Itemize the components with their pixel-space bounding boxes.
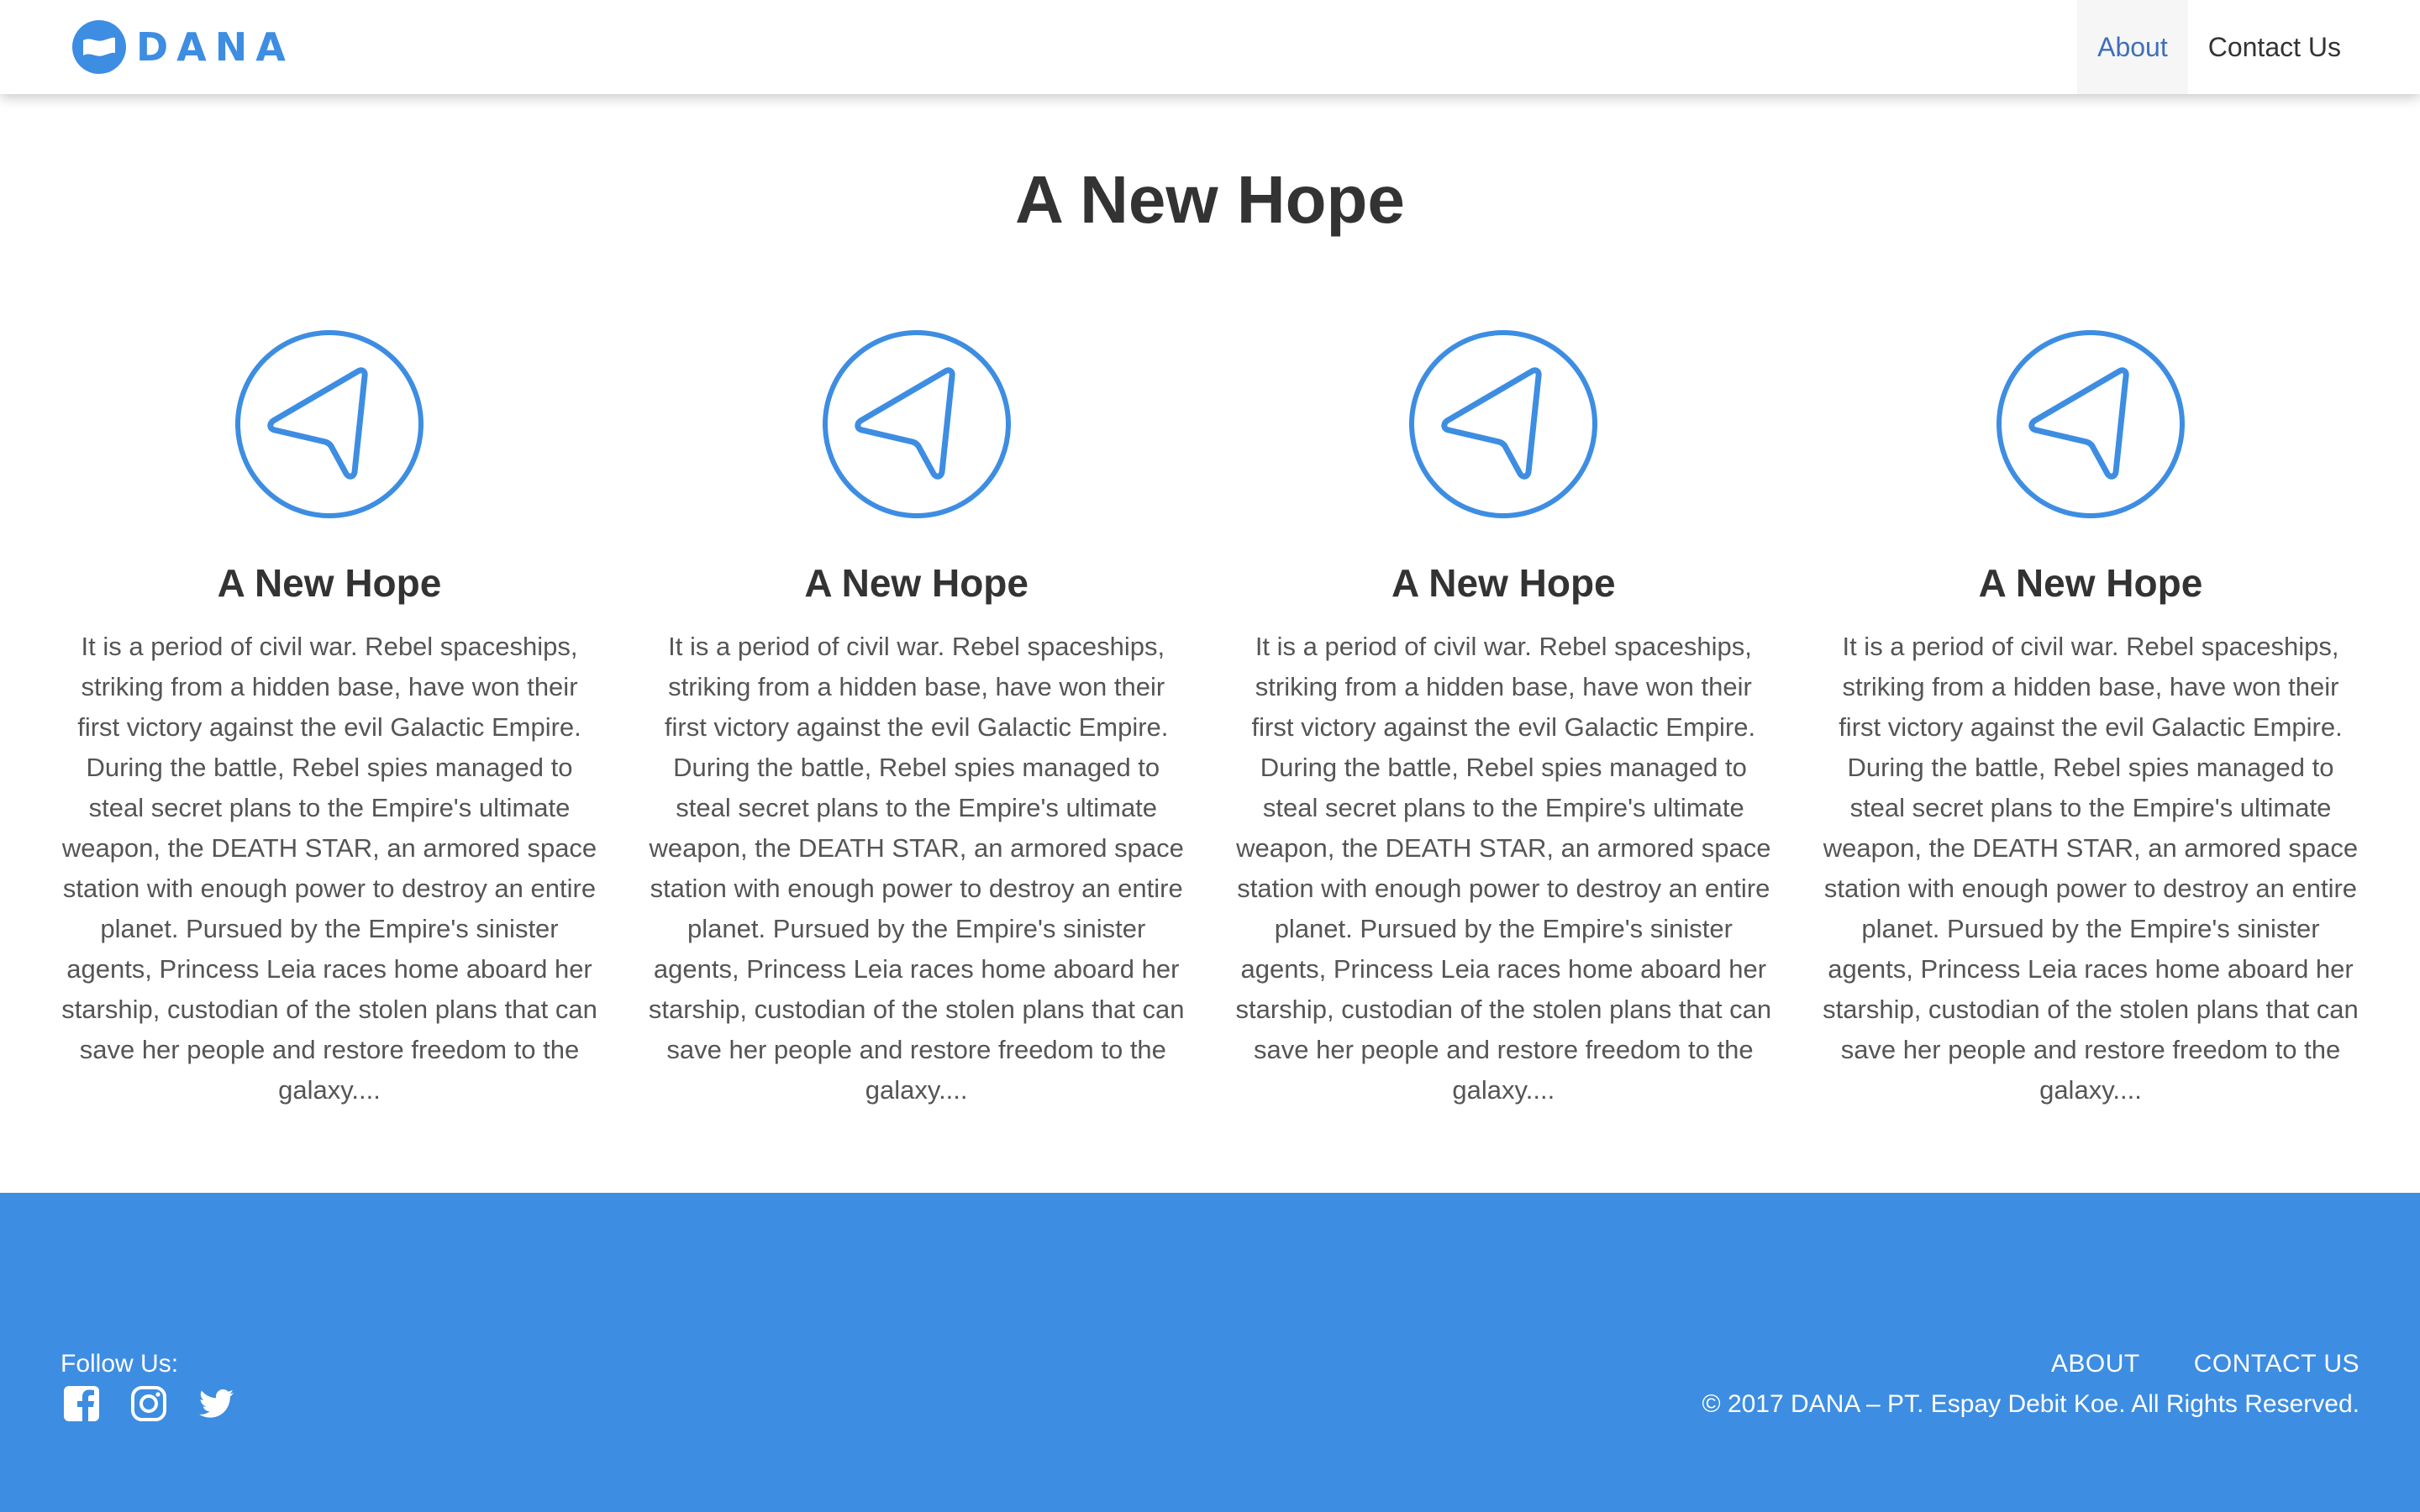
- dana-logo[interactable]: DANA: [72, 18, 294, 76]
- feature-text: It is a period of civil war. Rebel space…: [1235, 632, 1772, 1105]
- feature-card: A New Hope It is a period of civil war. …: [1226, 329, 1781, 1127]
- site-footer: Follow Us: ABOUT CONTACT US © 2017 DANA …: [0, 1193, 2420, 1512]
- feature-card: A New Hope It is a period of civil war. …: [52, 329, 607, 1127]
- footer-link-about[interactable]: ABOUT: [2051, 1347, 2140, 1381]
- main-nav: About Contact Us: [2077, 0, 2361, 94]
- feature-card: A New Hope It is a period of civil war. …: [639, 329, 1194, 1127]
- nav-about[interactable]: About: [2077, 0, 2188, 94]
- navigation-arrow-icon: [1409, 330, 1598, 518]
- navigation-arrow-icon: [822, 330, 1011, 518]
- facebook-icon[interactable]: [62, 1384, 101, 1423]
- footer-link-contact-us[interactable]: CONTACT US: [2194, 1347, 2360, 1381]
- features-section: A New Hope It is a period of civil war. …: [52, 329, 2368, 1127]
- dana-logo-icon: [72, 20, 126, 74]
- feature-text: It is a period of civil war. Rebel space…: [1823, 632, 2359, 1105]
- feature-title: A New Hope: [1978, 561, 2203, 605]
- navigation-arrow-icon: [1996, 330, 2185, 518]
- feature-text: It is a period of civil war. Rebel space…: [648, 632, 1185, 1105]
- instagram-icon[interactable]: [129, 1384, 168, 1423]
- feature-title: A New Hope: [217, 561, 442, 605]
- feature-title: A New Hope: [1391, 561, 1616, 605]
- site-header: DANA About Contact Us: [0, 0, 2420, 94]
- page-title: A New Hope: [1015, 162, 1405, 237]
- nav-contact-us[interactable]: Contact Us: [2188, 0, 2361, 94]
- twitter-icon[interactable]: [197, 1384, 235, 1423]
- feature-card: A New Hope It is a period of civil war. …: [1813, 329, 2368, 1127]
- feature-text: It is a period of civil war. Rebel space…: [61, 632, 597, 1105]
- social-links: [62, 1384, 264, 1423]
- footer-nav: ABOUT CONTACT US: [1997, 1347, 2360, 1381]
- follow-us-label: Follow Us:: [60, 1350, 179, 1378]
- brand-name: DANA: [136, 24, 294, 70]
- feature-title: A New Hope: [804, 561, 1028, 605]
- copyright-text: © 2017 DANA – PT. Espay Debit Koe. All R…: [1702, 1390, 2360, 1418]
- navigation-arrow-icon: [235, 330, 424, 518]
